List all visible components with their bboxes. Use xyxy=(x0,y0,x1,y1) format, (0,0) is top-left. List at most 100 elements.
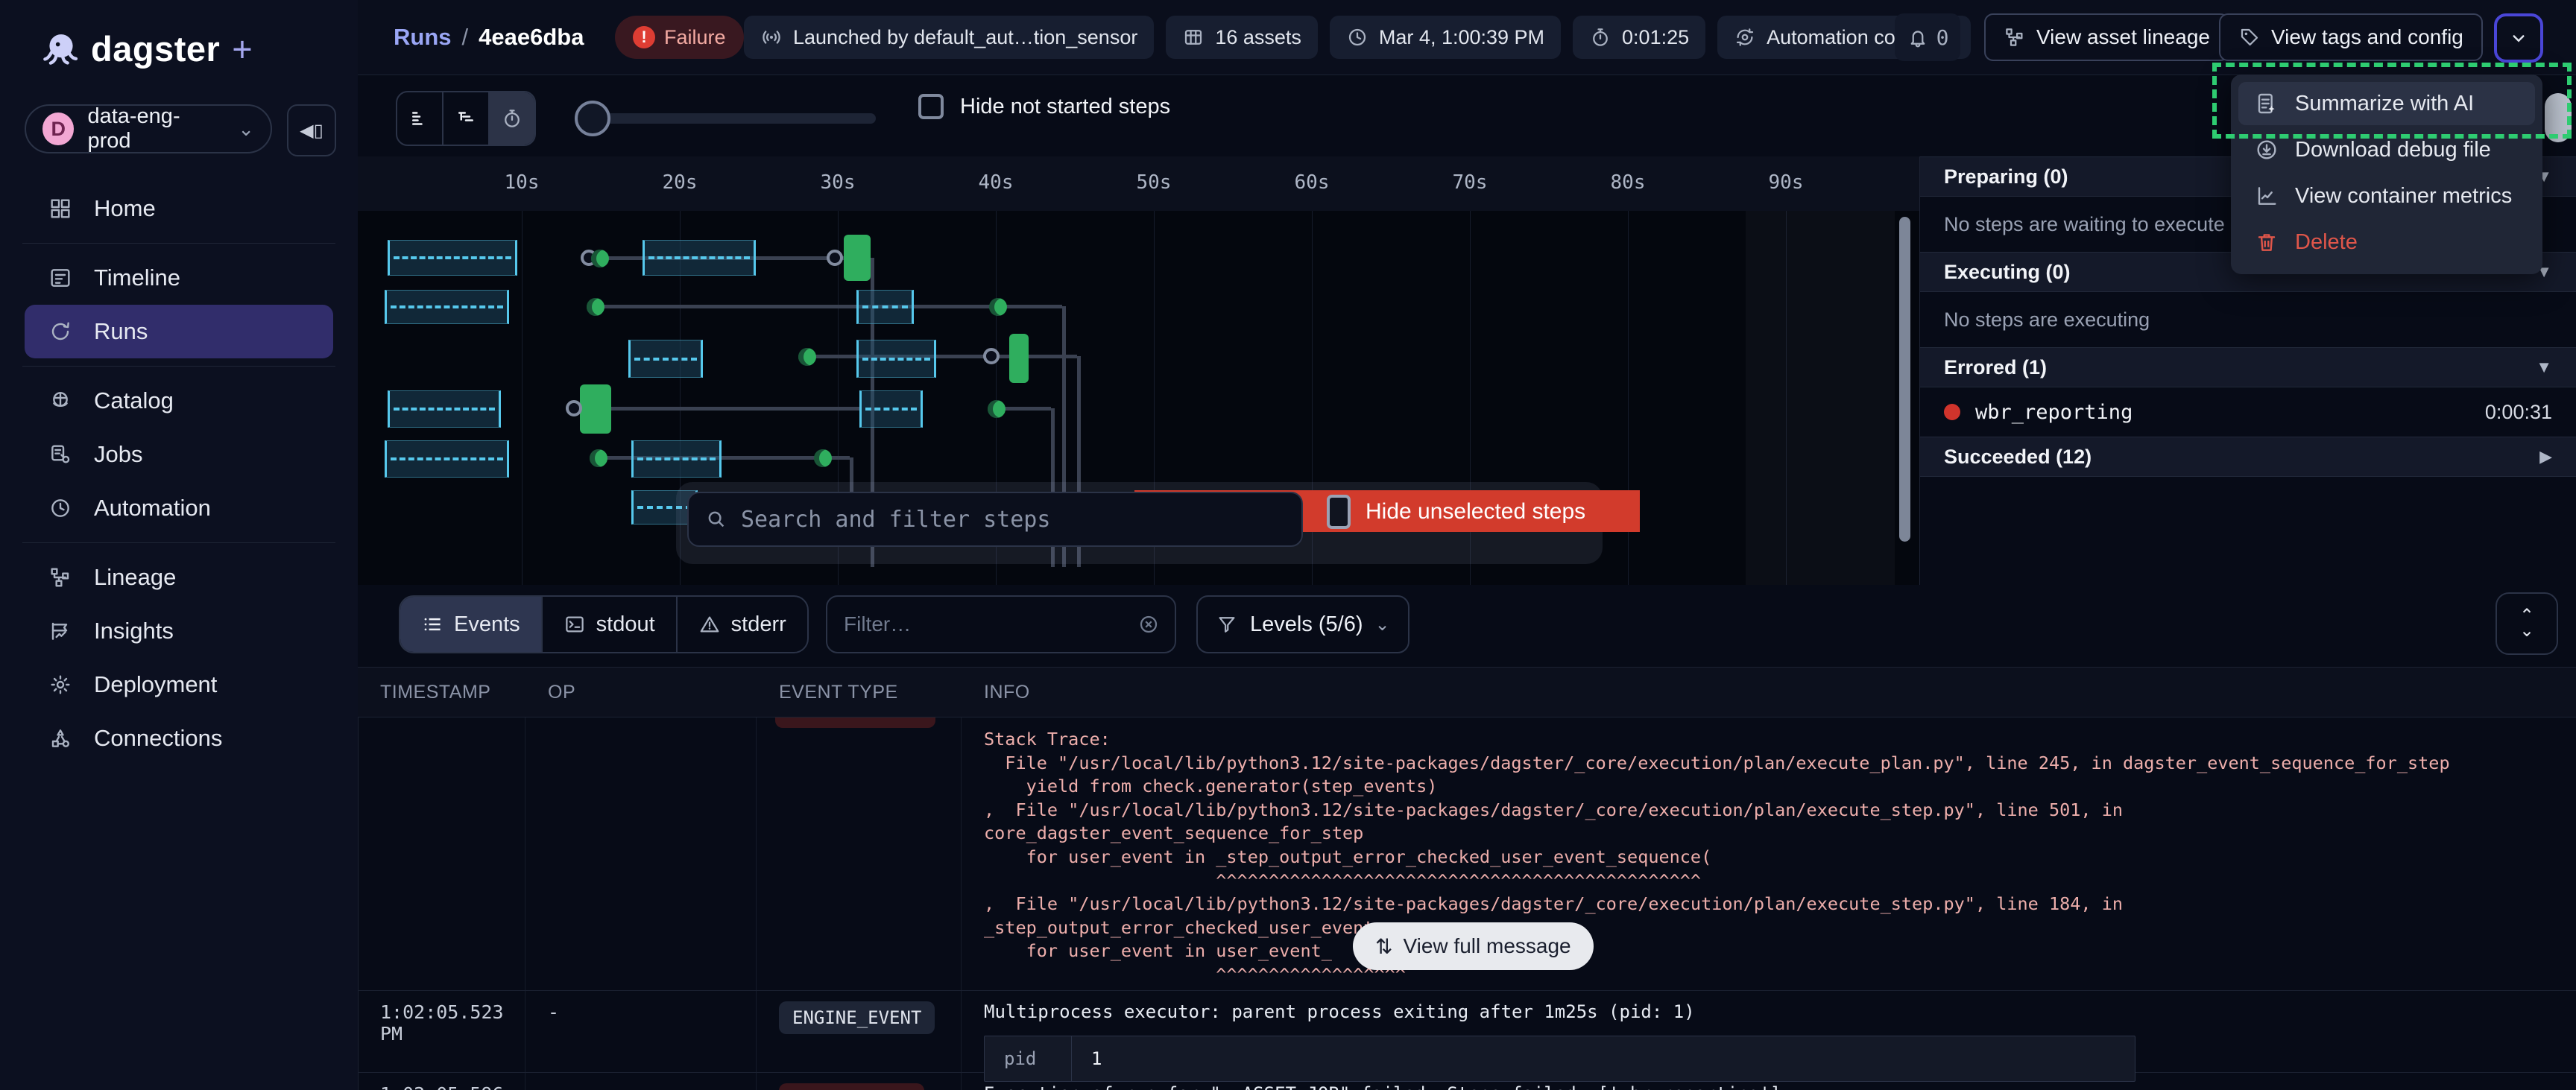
waterfall-view-button[interactable] xyxy=(442,92,488,145)
zoom-slider-thumb[interactable] xyxy=(575,101,610,136)
section-empty-text: No steps are executing xyxy=(1920,292,2576,347)
step-bar-success[interactable] xyxy=(844,235,871,281)
step-bar-pending[interactable] xyxy=(856,290,914,324)
search-icon xyxy=(705,508,727,530)
axis-tick: 90s xyxy=(1769,171,1804,194)
tab-events[interactable]: Events xyxy=(400,597,541,652)
step-bar-pending[interactable] xyxy=(388,240,517,276)
error-dot-icon xyxy=(1944,404,1960,420)
event-log-header: TIMESTAMPOPEVENT TYPEINFO xyxy=(358,667,2576,717)
step-search-box xyxy=(687,492,1303,547)
flat-view-button[interactable] xyxy=(397,92,442,145)
download-icon xyxy=(2255,138,2279,162)
run-actions-dropdown-button[interactable] xyxy=(2494,13,2543,63)
sidebar-item-timeline[interactable]: Timeline xyxy=(0,251,358,305)
selection-annotation xyxy=(2212,63,2572,139)
step-bar-pending[interactable] xyxy=(643,240,756,276)
menu-item-view-container-metrics[interactable]: View container metrics xyxy=(2238,174,2535,218)
step-marker xyxy=(827,250,843,266)
sidebar-collapse-button[interactable]: ◀▯ xyxy=(287,104,336,156)
notifications-button[interactable]: 0 xyxy=(1895,13,1960,61)
event-info: Execution of run for "__ASSET_JOB" faile… xyxy=(984,1083,2576,1090)
tab-stdout[interactable]: stdout xyxy=(541,597,676,652)
event-type-badge: RUN_FAILURE xyxy=(779,1083,924,1090)
view-full-message-button[interactable]: ⇅ View full message xyxy=(1353,922,1594,970)
workspace-switcher[interactable]: D data-eng-prod ⌄ xyxy=(25,104,272,153)
step-bar-pending[interactable] xyxy=(631,440,722,478)
step-bar-pending[interactable] xyxy=(385,440,509,478)
flat-list-icon xyxy=(408,107,431,130)
event-rows: 1:02:05.523 PM-ENGINE_EVENTMultiprocess … xyxy=(358,991,2576,1090)
waterfall-icon xyxy=(455,107,477,130)
tab-stderr[interactable]: stderr xyxy=(676,597,807,652)
log-filter-box xyxy=(826,595,1176,653)
view-tags-config-button[interactable]: View tags and config xyxy=(2219,13,2483,61)
sidebar-item-jobs[interactable]: Jobs xyxy=(0,428,358,481)
trash-icon xyxy=(2255,230,2279,254)
connections-icon xyxy=(48,726,72,750)
gear-icon xyxy=(48,673,72,697)
partial-badge xyxy=(775,717,935,728)
step-bar-success[interactable] xyxy=(1009,334,1029,383)
timed-view-button[interactable] xyxy=(488,92,534,145)
sidebar-nav: Home TimelineRuns Catalog Jobs Automation Lin… xyxy=(0,182,358,765)
step-marker xyxy=(983,348,1000,364)
axis-tick: 10s xyxy=(505,171,540,194)
log-tabs: Eventsstdoutstderr xyxy=(399,595,809,653)
log-filter-input[interactable] xyxy=(842,612,1128,637)
breadcrumb-runs-link[interactable]: Runs xyxy=(394,24,452,51)
section-header-succeeded[interactable]: Succeeded (12)▶ xyxy=(1920,437,2576,477)
hide-not-started-checkbox[interactable] xyxy=(918,94,944,119)
list-icon xyxy=(421,613,443,636)
sidebar-item-home[interactable]: Home xyxy=(0,182,358,235)
run-tag-chip: 16 assets xyxy=(1166,16,1318,59)
sidebar-item-label: Jobs xyxy=(94,441,142,468)
assets-grid-icon xyxy=(1182,26,1205,48)
sidebar-item-catalog[interactable]: Catalog xyxy=(0,374,358,428)
axis-tick: 20s xyxy=(663,171,698,194)
step-marker-success xyxy=(591,250,609,267)
step-bar-pending[interactable] xyxy=(385,290,509,324)
step-bar-pending[interactable] xyxy=(388,390,501,428)
catalog-icon xyxy=(48,389,72,413)
dependency-line xyxy=(598,305,996,308)
sidebar-item-label: Connections xyxy=(94,725,222,752)
sidebar-item-automation[interactable]: Automation xyxy=(0,481,358,535)
notification-count: 0 xyxy=(1936,25,1949,50)
zoom-slider[interactable] xyxy=(578,113,876,124)
chevron-down-icon xyxy=(2507,27,2530,49)
section-header-errored[interactable]: Errored (1)▼ xyxy=(1920,347,2576,387)
hover-column-shade xyxy=(1746,211,1895,585)
step-bar-pending[interactable] xyxy=(856,340,936,378)
sidebar-item-lineage[interactable]: Lineage xyxy=(0,551,358,604)
menu-item-delete[interactable]: Delete xyxy=(2238,221,2535,264)
levels-dropdown[interactable]: Levels (5/6) ⌄ xyxy=(1196,595,1409,653)
home-icon xyxy=(48,197,72,221)
sidebar-item-label: Automation xyxy=(94,495,211,522)
clear-filter-icon[interactable] xyxy=(1137,613,1160,636)
axis-tick: 30s xyxy=(821,171,856,194)
run-tag-chips: Launched by default_aut…tion_sensor16 as… xyxy=(744,16,1971,59)
step-bar-success[interactable] xyxy=(580,384,611,434)
hide-unselected-checkbox[interactable] xyxy=(1327,495,1351,529)
sidebar-item-runs[interactable]: Runs xyxy=(25,305,333,358)
sidebar-item-connections[interactable]: Connections xyxy=(0,712,358,765)
run-tag-chip: 0:01:25 xyxy=(1573,16,1705,59)
errored-step-row[interactable]: wbr_reporting0:00:31 xyxy=(1920,387,2576,437)
event-type-badge: ENGINE_EVENT xyxy=(779,1001,935,1034)
sidebar: dagster + D data-eng-prod ⌄ ◀▯ HomeTimel… xyxy=(0,0,359,1090)
sidebar-item-insights[interactable]: Insights xyxy=(0,604,358,658)
view-asset-lineage-button[interactable]: View asset lineage xyxy=(1984,13,2229,61)
workspace-label: data-eng-prod xyxy=(87,104,218,153)
expand-log-panel-button[interactable]: ⌃ ⌄ xyxy=(2496,592,2558,655)
sidebar-item-deployment[interactable]: Deployment xyxy=(0,658,358,712)
collapse-icon: ◀▯ xyxy=(300,120,323,142)
step-bar-pending[interactable] xyxy=(859,390,923,428)
sidebar-item-label: Deployment xyxy=(94,671,217,698)
step-search-input[interactable] xyxy=(739,506,1264,533)
chevron-down-icon: ⌄ xyxy=(2519,624,2534,639)
gantt-scrollbar[interactable] xyxy=(1899,217,1910,542)
step-bar-pending[interactable] xyxy=(628,340,703,378)
clock-icon xyxy=(1346,26,1368,48)
hide-unselected-control: Hide unselected steps xyxy=(1327,495,1585,529)
